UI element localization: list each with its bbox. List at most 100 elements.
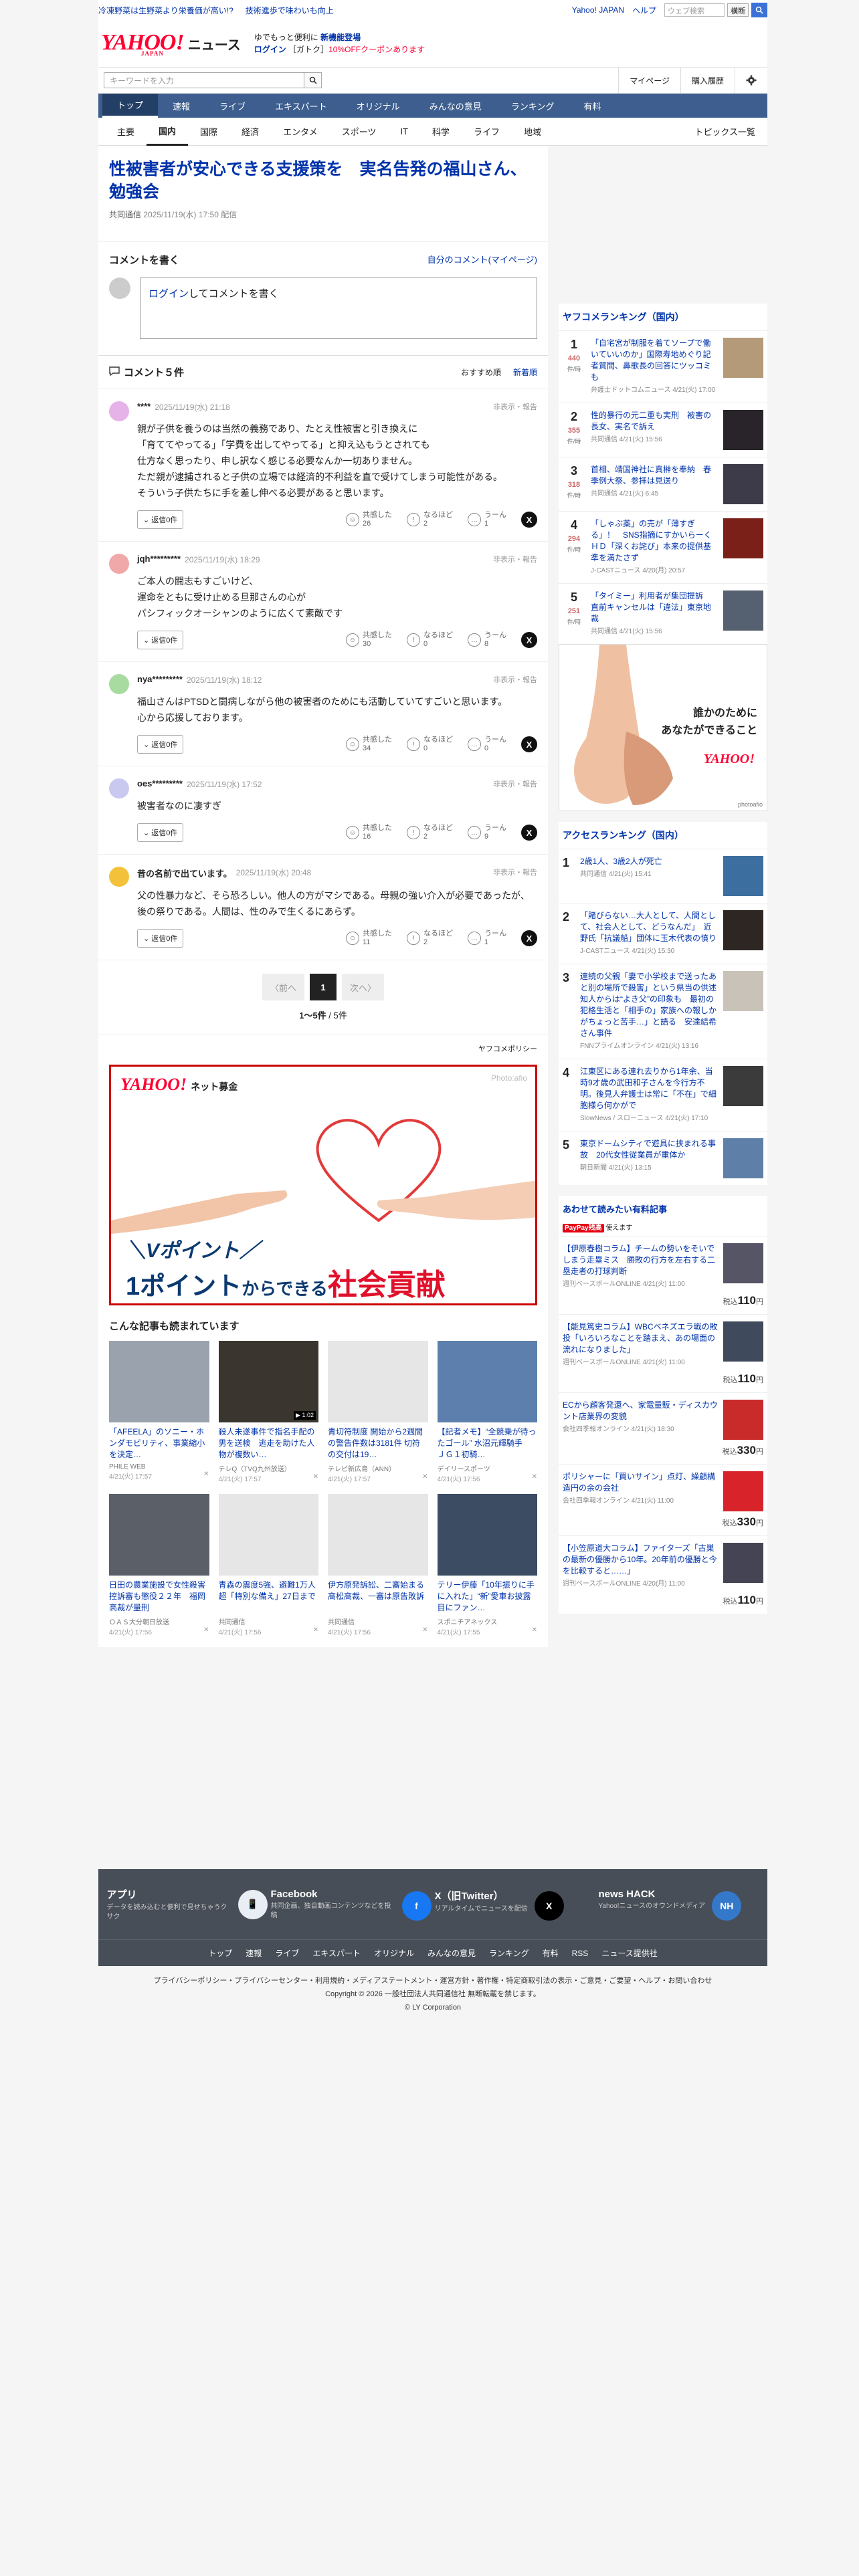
ranking-title[interactable]: 「タイミー」利用者が集団提訴 直前キャンセルは「違法」東京地裁 (591, 591, 711, 623)
hide-report-link[interactable]: 非表示・報告 (493, 867, 537, 879)
related-title[interactable]: 「AFEELA」のソニー・ホンダモビリティ、事業縮小を決定… (109, 1426, 209, 1461)
close-icon[interactable]: ✕ (532, 1626, 537, 1636)
comment-ranking-heading[interactable]: ヤフコメランキング（国内） (559, 304, 767, 330)
paid-item[interactable]: 【能見篤史コラム】WBCベネズエラ戦の敗投「いろいろなことを踏まえ、あの場面の流… (559, 1314, 767, 1392)
access-title[interactable]: 江東区にある連れ去りから1年余、当時9才歳の武田和子さんを今行方不明。後見人弁護… (580, 1067, 717, 1110)
think-button[interactable]: ! なるほど 0 (407, 631, 453, 649)
footer-app-block[interactable]: Facebook 共同企画、独自動画コンテンツなどを投稿 f (271, 1889, 432, 1921)
search-icon[interactable] (751, 3, 767, 17)
related-title[interactable]: テリー伊藤「10年振りに手に入れた」“新”愛車お披露目にファン… (438, 1580, 538, 1614)
comment-policy-link[interactable]: ヤフコメポリシー (478, 1045, 537, 1053)
footer-app-title[interactable]: Facebook (271, 1889, 395, 1900)
footer-app-title[interactable]: アプリ (107, 1887, 231, 1901)
access-thumbnail[interactable] (723, 971, 763, 1011)
gnav-expert[interactable]: エキスパート (260, 94, 342, 118)
access-item[interactable]: 1 2歳1人、3歳2人が死亡 共同通信 4/21(火) 15:41 (559, 849, 767, 903)
hide-report-link[interactable]: 非表示・報告 (493, 778, 537, 790)
footer-nav-link[interactable]: 有料 (543, 1947, 559, 1959)
footer-nav-link[interactable]: 速報 (246, 1947, 262, 1959)
close-icon[interactable]: ✕ (422, 1473, 427, 1483)
related-title[interactable]: 日田の農業施設で女性殺害 控訴審も懲役２２年 福岡高裁が量刑 (109, 1580, 209, 1614)
ranking-item[interactable]: 4 294 件/時 「しゃぶ薬」の売が「薄すぎる」！ SNS指摘にすかいらーくＨＤ「… (559, 511, 767, 583)
paid-thumbnail[interactable] (723, 1543, 763, 1583)
empathy-button[interactable]: ☺ 共感した 30 (346, 631, 392, 649)
tab-entertainment[interactable]: エンタメ (271, 118, 330, 146)
related-thumbnail[interactable] (109, 1494, 209, 1576)
close-icon[interactable]: ✕ (313, 1626, 318, 1636)
footer-app-block[interactable]: X（旧Twitter） リアルタイムでニュースを配信 X (435, 1889, 595, 1921)
paid-item[interactable]: 【伊原春樹コラム】チームの勢いをそいでしまう走塁ミス 勝敗の行方を左右する二塁走… (559, 1236, 767, 1314)
close-icon[interactable]: ✕ (203, 1626, 209, 1636)
reply-button[interactable]: ⌄ 返信0件 (137, 735, 184, 754)
paid-thumbnail[interactable] (723, 1471, 763, 1511)
hmm-button[interactable]: … うーん 8 (468, 631, 506, 649)
reply-button[interactable]: ⌄ 返信0件 (137, 510, 184, 529)
ranking-thumbnail[interactable] (723, 464, 763, 504)
yahoo-logo[interactable]: YAHOO! JAPAN (101, 30, 185, 57)
footer-nav-link[interactable]: ニュース提供社 (601, 1947, 657, 1959)
paid-thumbnail[interactable] (723, 1243, 763, 1283)
access-thumbnail[interactable] (723, 1138, 763, 1178)
related-card[interactable]: 伊方原発訴訟、二審始まる 高松高裁、一審は原告敗訴 共同通信 4/21(火) 1… (328, 1494, 428, 1636)
related-card[interactable]: テリー伊藤「10年振りに手に入れた」“新”愛車お披露目にファン… スポニチアネッ… (437, 1494, 538, 1636)
close-icon[interactable]: ✕ (203, 1471, 209, 1481)
footer-nav-link[interactable]: みんなの意見 (427, 1947, 476, 1959)
tab-economy[interactable]: 経済 (229, 118, 271, 146)
paid-title[interactable]: 【伊原春樹コラム】チームの勢いをそいでしまう走塁ミス 勝敗の行方を左右する二塁走… (563, 1244, 715, 1276)
footer-app-icon[interactable]: NH (712, 1891, 742, 1921)
sort-newest[interactable]: 新着順 (513, 366, 537, 378)
access-thumbnail[interactable] (723, 856, 763, 896)
close-icon[interactable]: ✕ (313, 1473, 318, 1483)
ranking-item[interactable]: 3 318 件/時 首相、靖国神社に真榊を奉納 春季例大祭、参拝は見送り 共同通信 4… (559, 457, 767, 511)
gnav-top[interactable]: トップ (102, 94, 159, 118)
comment-author[interactable]: jqh********* (137, 554, 181, 565)
footer-app-block[interactable]: アプリ データを読み込むと便利で見せちゃうクサク 📱 (107, 1887, 268, 1922)
footer-nav-link[interactable]: RSS (572, 1949, 589, 1958)
empathy-button[interactable]: ☺ 共感した 11 (346, 930, 392, 947)
gear-icon[interactable] (735, 68, 767, 93)
paid-title[interactable]: ポリシャーに「買いサイン」点灯、繰顧構造円の余の会社 (563, 1472, 715, 1493)
related-title[interactable]: 青森の震度5強、避難1万人超「特別な備え」27日まで (219, 1580, 319, 1614)
tab-science[interactable]: 科学 (420, 118, 462, 146)
empathy-button[interactable]: ☺ 共感した 26 (346, 511, 392, 528)
footer-nav-link[interactable]: ライブ (275, 1947, 299, 1959)
purchase-history-link[interactable]: 購入履歴 (680, 68, 735, 93)
comment-author[interactable]: oes********* (137, 778, 183, 790)
think-button[interactable]: ! なるほど 2 (407, 824, 453, 841)
hmm-button[interactable]: … うーん 1 (468, 930, 506, 947)
access-ranking-heading[interactable]: アクセスランキング（国内） (559, 822, 767, 849)
empathy-button[interactable]: ☺ 共感した 16 (346, 824, 392, 841)
reply-button[interactable]: ⌄ 返信0件 (137, 823, 184, 842)
hmm-button[interactable]: … うーん 9 (468, 824, 506, 841)
hide-report-link[interactable]: 非表示・報告 (493, 401, 537, 413)
empathy-button[interactable]: ☺ 共感した 34 (346, 736, 392, 753)
login-link[interactable]: ログイン (149, 288, 189, 300)
footer-app-title[interactable]: X（旧Twitter） (435, 1889, 528, 1903)
tab-life[interactable]: ライフ (462, 118, 512, 146)
related-thumbnail[interactable] (328, 1494, 428, 1576)
keyword-search-input[interactable]: キーワードを入力 (104, 72, 304, 88)
x-share-icon[interactable]: X (521, 632, 537, 648)
related-thumbnail[interactable] (437, 1341, 537, 1422)
footer-app-icon[interactable]: f (401, 1891, 432, 1921)
tab-international[interactable]: 国際 (188, 118, 229, 146)
ranking-title[interactable]: 「自宅宮が制服を着てソープで働いていいのか」国際寿地めぐり記者質問、鼻歌長の回答… (591, 338, 711, 382)
comment-textarea[interactable]: ログインしてコメントを書く (140, 278, 537, 339)
prev-page-button[interactable]: 〈前へ (262, 974, 304, 1000)
access-item[interactable]: 4 江東区にある連れ去りから1年余、当時9才歳の武田和子さんを今行方不明。後見人… (559, 1059, 767, 1131)
page-1-button[interactable]: 1 (310, 974, 337, 1000)
gnav-paid[interactable]: 有料 (569, 94, 615, 118)
ranking-title[interactable]: 「しゃぶ薬」の売が「薄すぎる」！ SNS指摘にすかいらーくＨＤ「深くお詫び」本来… (591, 519, 712, 562)
reply-button[interactable]: ⌄ 返信0件 (137, 929, 184, 948)
header-promo[interactable]: ゆでもっと便利に 新機能登場 ログイン ［ガトク］10%OFFクーポンあります (254, 31, 425, 56)
x-share-icon[interactable]: X (521, 736, 537, 752)
footer-nav-link[interactable]: トップ (208, 1947, 232, 1959)
access-thumbnail[interactable] (723, 1066, 763, 1106)
gnav-ranking[interactable]: ランキング (496, 94, 569, 118)
think-button[interactable]: ! なるほど 0 (407, 736, 453, 753)
paid-item[interactable]: ECから顧客発還へ、家電量販・ディスカウント店業界の変貌 会社四季報オンライン 4… (559, 1392, 767, 1464)
top-promo-link-2[interactable]: 技術進歩で味わいも向上 (246, 5, 334, 16)
access-title[interactable]: 「賭びらない…大人として、人間として、社会人として、どうなんだ」 近野氏「抗議船… (580, 911, 717, 943)
ranking-thumbnail[interactable] (723, 591, 763, 631)
web-search-input[interactable]: ウェブ検索 (664, 3, 725, 17)
